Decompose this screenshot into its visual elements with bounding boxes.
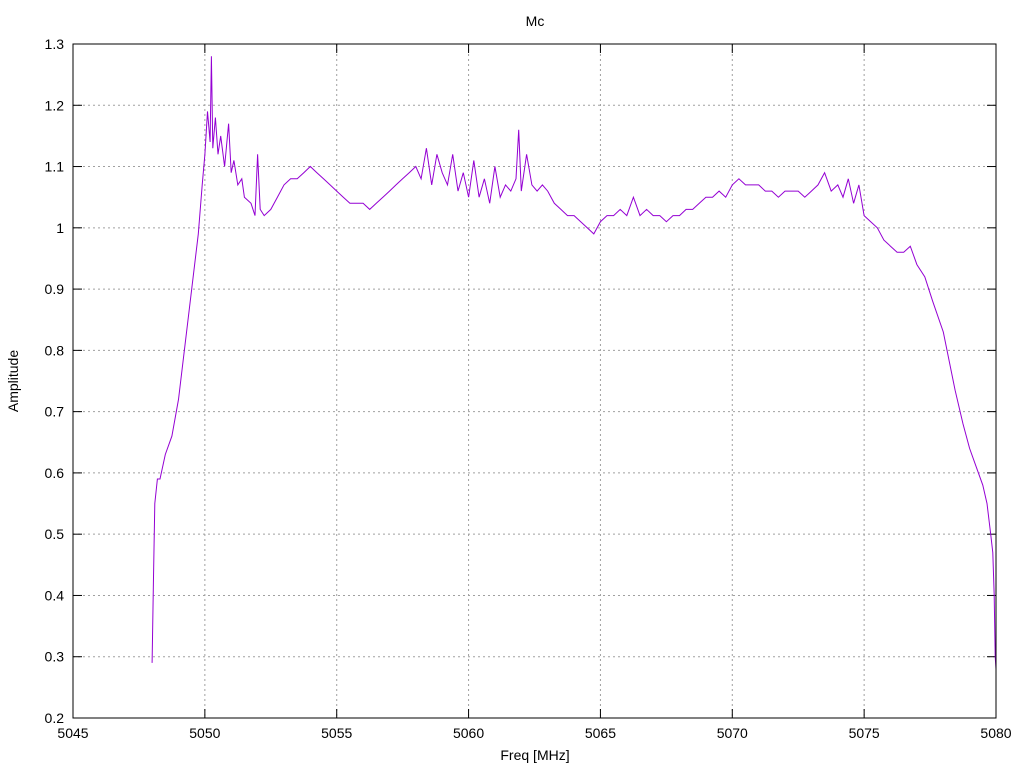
- series-layer: [151, 56, 997, 670]
- y-tick-label: 0.2: [45, 710, 65, 726]
- series-line-mc: [151, 56, 997, 670]
- y-tick-label: 0.3: [45, 649, 65, 665]
- y-tick-labels: 0.2 0.3 0.4 0.5 0.6 0.7 0.8 0.9 1 1.1 1.2 1.3: [45, 36, 65, 726]
- axis-ticks: [72, 43, 997, 719]
- x-tick-label: 5060: [453, 725, 484, 741]
- y-tick-label: 1.1: [45, 159, 65, 175]
- y-tick-label: 1.2: [45, 97, 65, 113]
- y-tick-label: 0.4: [45, 587, 65, 603]
- y-tick-label: 0.8: [45, 342, 65, 358]
- x-tick-label: 5075: [849, 725, 880, 741]
- y-tick-label: 1.3: [45, 36, 65, 52]
- x-axis-label: Freq [MHz]: [500, 747, 569, 763]
- y-tick-label: 1: [56, 220, 64, 236]
- plot-frame: [72, 43, 997, 719]
- y-tick-label: 0.6: [45, 465, 65, 481]
- x-tick-label: 5080: [980, 725, 1011, 741]
- x-tick-label: 5065: [585, 725, 616, 741]
- x-tick-labels: 5045 5050 5055 5060 5065 5070 5075 5080: [57, 725, 1011, 741]
- y-axis-label: Amplitude: [5, 350, 21, 412]
- chart: 0.20.30.40.50.60.70.80.911.11.21.3 5045 5…: [5, 13, 1012, 763]
- y-tick-label: 0.9: [45, 281, 65, 297]
- x-tick-label: 5070: [717, 725, 748, 741]
- x-tick-label: 5045: [57, 725, 88, 741]
- grid: [73, 44, 996, 718]
- y-tick-label: 0.5: [45, 526, 65, 542]
- x-tick-label: 5055: [321, 725, 352, 741]
- x-tick-label: 5050: [189, 725, 220, 741]
- y-tick-label: 0.7: [45, 404, 65, 420]
- chart-title: Mc: [526, 13, 545, 29]
